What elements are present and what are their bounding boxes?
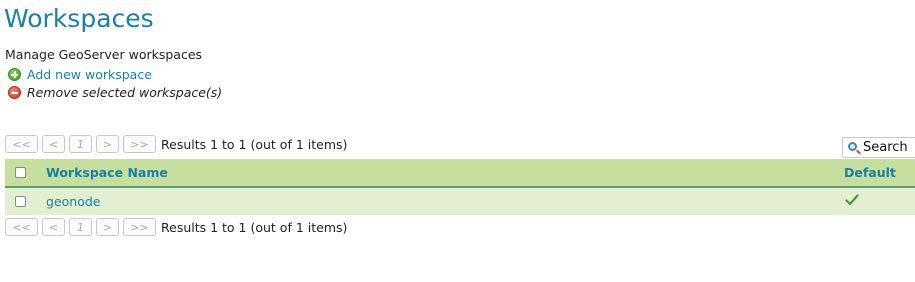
workspaces-table: Workspace Name Default geonode <box>5 159 915 215</box>
pager-next-button[interactable]: > <box>96 218 119 236</box>
pager-first-button[interactable]: << <box>5 135 38 153</box>
row-checkbox[interactable] <box>15 196 26 207</box>
workspace-name-link[interactable]: geonode <box>46 194 100 209</box>
table-header: Workspace Name Default <box>5 159 915 188</box>
search-field[interactable]: Search <box>842 137 915 158</box>
pager-prev-button[interactable]: < <box>42 218 65 236</box>
pager-last-button[interactable]: >> <box>123 218 156 236</box>
pager-prev-button[interactable]: < <box>42 135 65 153</box>
checkmark-icon <box>845 194 859 206</box>
column-header-workspace-name[interactable]: Workspace Name <box>46 165 168 180</box>
table-row: geonode <box>5 188 915 215</box>
select-all-checkbox[interactable] <box>15 167 26 178</box>
pager-results-text: Results 1 to 1 (out of 1 items) <box>161 136 348 152</box>
search-label: Search <box>863 140 908 155</box>
page-title: Workspaces <box>4 4 154 33</box>
pager-last-button[interactable]: >> <box>123 135 156 153</box>
page-description: Manage GeoServer workspaces <box>5 47 203 62</box>
column-header-default[interactable]: Default <box>844 165 896 180</box>
remove-workspaces-label: Remove selected workspace(s) <box>27 85 223 100</box>
remove-workspaces-link: Remove selected workspace(s) <box>8 85 222 100</box>
plus-circle-icon <box>8 68 21 81</box>
pager-page-button[interactable]: 1 <box>69 218 92 236</box>
pager-first-button[interactable]: << <box>5 218 38 236</box>
magnifier-icon <box>848 142 857 151</box>
add-workspace-link[interactable]: Add new workspace <box>8 67 152 82</box>
pager-bottom: << < 1 > >> Results 1 to 1 (out of 1 ite… <box>5 218 347 236</box>
add-workspace-label: Add new workspace <box>27 67 152 82</box>
pager-results-text: Results 1 to 1 (out of 1 items) <box>161 219 348 235</box>
minus-circle-icon <box>8 86 21 99</box>
pager-page-button[interactable]: 1 <box>69 135 92 153</box>
pager-next-button[interactable]: > <box>96 135 119 153</box>
pager-top: << < 1 > >> Results 1 to 1 (out of 1 ite… <box>5 135 347 153</box>
